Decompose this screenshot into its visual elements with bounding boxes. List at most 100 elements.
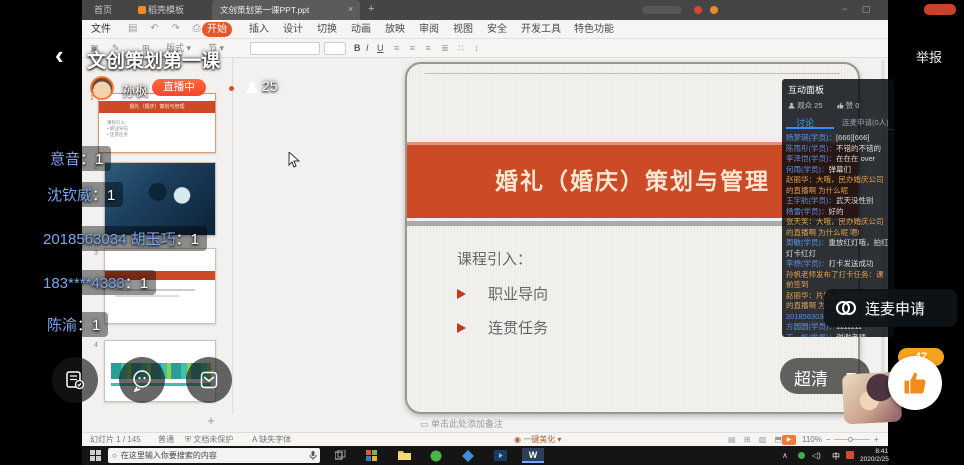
beautify-button[interactable]: ◉ 一键美化 ▾ (514, 435, 561, 445)
zoom-slider-knob[interactable] (848, 437, 853, 442)
presenter-avatar[interactable] (90, 76, 114, 100)
wps-ribbon: 文件 ▤ ↶ ↷ ⎙ 开始 插入 设计 切换 动画 放映 审阅 视图 安全 开发… (82, 20, 888, 39)
task-view-icon[interactable] (332, 448, 348, 463)
panel-message: 张天笑：大哦，民办婚庆公司的直播啊 为什么呢 嗯! (786, 217, 890, 238)
panel-message: 陈雨彤(学员)：不错的不错的 (786, 144, 890, 155)
slide-bullet-2: 连贯任务 (457, 317, 548, 338)
tab-home[interactable]: 首页 (86, 0, 120, 20)
ribbon-tab-home[interactable]: 开始 (202, 22, 232, 37)
start-button[interactable] (90, 450, 101, 461)
report-button[interactable]: 举报 (916, 47, 942, 66)
smiley-chat-icon (130, 368, 154, 392)
thumbs-up-icon (901, 369, 929, 397)
notes-placeholder[interactable]: ▭ 单击此处添加备注 (420, 417, 503, 430)
thumb-number-3: 3 (94, 250, 98, 257)
chat-message: 2018563034 胡玉巧：1 (35, 226, 207, 251)
live-dot-icon (229, 86, 234, 91)
window-controls[interactable]: − ▢ (842, 4, 876, 15)
new-tab-icon[interactable]: + (368, 3, 374, 15)
panel-message: 杨雪(学员)：好的 (786, 207, 890, 218)
doc-protect-label[interactable]: ⛨ 文档未保护 (185, 435, 233, 445)
ribbon-tab-review[interactable]: 审阅 (414, 22, 444, 37)
avatar-orange-icon[interactable] (710, 6, 718, 14)
font-family-select[interactable] (250, 42, 320, 55)
tray-green-icon[interactable] (798, 452, 805, 459)
taskbar-clock[interactable]: 8:412020/2/25 (860, 448, 888, 463)
tray-volume-icon[interactable]: ◁) (812, 451, 821, 460)
panel-message: 杨梦琪(学员)：[666][666] (786, 133, 890, 144)
viewer-count: 25 (262, 78, 278, 94)
thumb1-banner: 婚礼（婚庆）策划与管理 (99, 101, 215, 113)
green-app-icon[interactable] (428, 448, 444, 463)
link-icon (834, 296, 858, 320)
stream-title: 文创策划第一课 (87, 46, 220, 73)
font-size-select[interactable] (324, 42, 346, 55)
panel-stats: 观众 25 赞 0 (782, 96, 894, 111)
chat-message: 陈渝：1 (39, 312, 108, 337)
panel-message: 李想(学员)：打卡发送成功 (786, 259, 890, 270)
bold-button[interactable]: B (354, 42, 361, 55)
list-spacing-icons[interactable]: ∷ ↕ (458, 42, 483, 55)
panel-message: 何雨(学员)：弹幕们 (786, 165, 890, 176)
underline-button[interactable]: U (377, 42, 384, 55)
panel-message: 孙帆老师发布了打卡任务：课前签到 (786, 270, 890, 291)
bullet-arrow-icon (457, 323, 466, 333)
chat-message: 意音：1 (42, 146, 111, 171)
align-icons[interactable]: ≡ ≡ ≡ ≣ (394, 42, 453, 55)
checkin-button[interactable] (52, 357, 98, 403)
windows-taskbar: ○在这里输入你要搜索的内容 W ∧ ◁) 中 8:412020/2/25 (82, 446, 888, 465)
ribbon-tab-transition[interactable]: 切换 (312, 22, 342, 37)
tray-red-icon[interactable] (846, 451, 854, 459)
tab-close-icon[interactable]: × (348, 4, 353, 14)
live-badge: 直播中 (152, 79, 206, 96)
gift-box-button[interactable] (186, 357, 232, 403)
pinwheel-app-icon[interactable] (364, 448, 380, 463)
tab-mic-queue[interactable]: 连麦申请(0人) (842, 117, 889, 128)
back-button[interactable]: ‹ (55, 40, 64, 71)
slide-thumb-1[interactable]: 婚礼（婚庆）策划与管理 课程引入： • 职业导向 • 连贯任务 (98, 93, 216, 153)
ribbon-tab-special[interactable]: 特色功能 (569, 22, 619, 37)
ribbon-tab-design[interactable]: 设计 (278, 22, 308, 37)
ime-indicator[interactable]: 中 (832, 451, 840, 462)
zoom-in-button[interactable]: + (874, 435, 879, 445)
zoom-out-button[interactable]: − (826, 435, 831, 445)
box-icon (198, 369, 220, 391)
panel-divider (232, 58, 233, 414)
play-slideshow-button[interactable]: ▶ (782, 435, 796, 445)
viewers-icon (245, 80, 259, 94)
tray-chevron-icon[interactable]: ∧ (782, 451, 788, 460)
cortana-icon: ○ (112, 451, 117, 460)
missing-fonts-label[interactable]: A 缺失字体 (252, 435, 291, 445)
ribbon-tab-security[interactable]: 安全 (482, 22, 512, 37)
slide-bullet-1: 职业导向 (457, 283, 548, 304)
mouse-cursor (288, 152, 300, 168)
zoom-level: 110% (802, 435, 822, 445)
emoji-chat-button[interactable] (119, 357, 165, 403)
ribbon-tab-slideshow[interactable]: 放映 (380, 22, 410, 37)
thumb-number-4: 4 (94, 342, 98, 349)
like-button[interactable] (888, 356, 942, 410)
panel-message: 赵丽华：大哦，民办婚庆公司的直播啊 为什么呢 (786, 175, 890, 196)
taskbar-search[interactable]: ○在这里输入你要搜索的内容 (108, 448, 320, 463)
panel-message: 李泽恺(学员)：在在在 over (786, 154, 890, 165)
blue-app-icon[interactable] (460, 448, 476, 463)
wps-taskbar-icon[interactable]: W (522, 448, 544, 463)
mic-request-button[interactable]: 连麦申请 (824, 289, 957, 327)
mic-icon[interactable] (309, 451, 317, 461)
quick-access-icons[interactable]: ▤ ↶ ↷ ⎙ (128, 22, 206, 35)
ribbon-tab-devtools[interactable]: 开发工具 (516, 22, 566, 37)
account-red-icon[interactable] (694, 6, 702, 14)
thumb3-line2 (115, 295, 179, 297)
ribbon-tab-view[interactable]: 视图 (448, 22, 478, 37)
tab-document[interactable]: 文创策划第一课PPT.ppt (212, 0, 360, 20)
video-app-icon[interactable] (492, 448, 508, 463)
add-slide-button[interactable]: + (203, 413, 219, 429)
file-explorer-icon[interactable] (396, 448, 412, 463)
menu-file[interactable]: 文件 (86, 22, 116, 37)
ribbon-tab-insert[interactable]: 插入 (244, 22, 274, 37)
italic-button[interactable]: I (366, 42, 369, 55)
praise-stat: 赞 0 (837, 100, 860, 111)
view-mode-icons[interactable]: ▤ ⊞ ▥ ⬒ (728, 435, 785, 445)
ribbon-tab-animation[interactable]: 动画 (346, 22, 376, 37)
wps-statusbar: 幻灯片 1 / 145 普通 ⛨ 文档未保护 A 缺失字体 ◉ 一键美化 ▾ ▤… (82, 432, 888, 446)
